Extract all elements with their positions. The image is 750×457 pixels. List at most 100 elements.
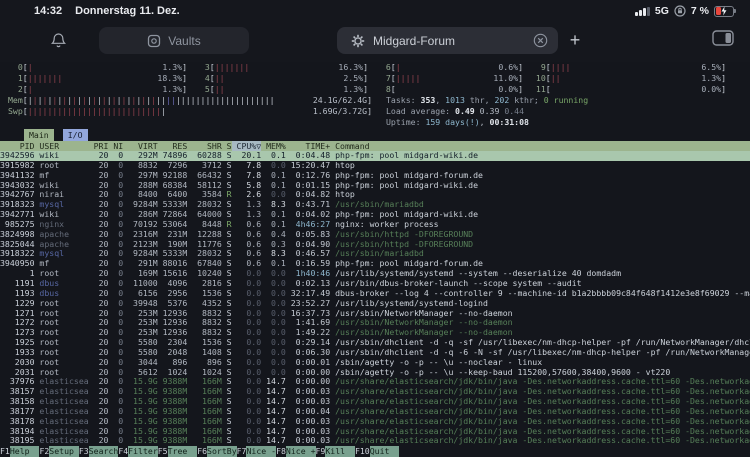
tab-vaults[interactable]: Vaults [99, 27, 249, 54]
user-cell: root [35, 338, 89, 348]
table-row[interactable]: 38177 elasticsea 20 0 15.9G 9388M 166M S… [0, 407, 750, 417]
col-virt[interactable]: VIRT [123, 141, 158, 151]
function-key-button[interactable]: F3Search [79, 446, 118, 457]
table-row[interactable]: 1925 root 20 0 5580 2304 1536 S 0.0 0.0 … [0, 338, 750, 348]
table-row[interactable]: 3824998 apache 20 0 2316M 231M 12288 S 0… [0, 230, 750, 240]
cpu-meters: 0[|1.3%] 1[|||||||18.3%] 2[|1.3%] 3[||||… [0, 62, 750, 95]
pri-cell: 20 [89, 338, 109, 348]
function-key-button[interactable]: F10Quit [355, 446, 399, 457]
ni-cell: 0 [108, 210, 123, 220]
user-cell: wiki [35, 181, 89, 191]
shr-cell: 67840 [187, 259, 222, 269]
col-shr[interactable]: SHR [187, 141, 222, 151]
table-row[interactable]: 1272 root 20 0 253M 12936 8832 S 0.0 0.0… [0, 318, 750, 328]
bell-icon[interactable] [50, 32, 67, 49]
table-row[interactable]: 38178 elasticsea 20 0 15.9G 9388M 166M S… [0, 417, 750, 427]
user-cell: root [35, 368, 89, 378]
tab-midgard-forum[interactable]: Midgard-Forum [337, 27, 558, 54]
pri-cell: 20 [89, 161, 109, 171]
vault-icon [147, 34, 161, 48]
col-cpu-sorted[interactable]: CPU%▽ [232, 141, 262, 151]
table-row[interactable]: 3942771 wiki 20 0 286M 72864 64000 S 1.3… [0, 210, 750, 220]
table-row[interactable]: 1933 root 20 0 5580 2048 1408 S 0.0 0.0 … [0, 348, 750, 358]
col-time[interactable]: TIME+ [286, 141, 330, 151]
table-row[interactable]: 3943032 wiki 20 0 288M 68384 58112 S 5.8… [0, 181, 750, 191]
mem-cell: 0.0 [261, 348, 286, 358]
table-row[interactable]: 38157 elasticsea 20 0 15.9G 9388M 166M S… [0, 387, 750, 397]
table-row[interactable]: 985275 nginx 20 0 70192 53064 8448 R 0.6… [0, 220, 750, 230]
res-cell: 15616 [158, 269, 188, 279]
table-row[interactable]: 3940950 mf 20 0 291M 88016 67840 S 0.6 0… [0, 259, 750, 269]
function-key-button[interactable]: F5Tree [158, 446, 197, 457]
res-cell: 2956 [158, 289, 188, 299]
col-res[interactable]: RES [158, 141, 188, 151]
state-cell: S [222, 407, 232, 417]
table-row[interactable]: 1191 dbus 20 0 11000 4096 2816 S 0.0 0.0… [0, 279, 750, 289]
cpu-meter: 6[|0.6%] [376, 62, 531, 73]
col-s[interactable]: S [222, 141, 232, 151]
table-row[interactable]: 1273 root 20 0 253M 12936 8832 S 0.0 0.0… [0, 328, 750, 338]
cpu-meter: 2[|1.3%] [8, 84, 195, 95]
shr-cell: 166M [187, 387, 222, 397]
state-cell: S [222, 348, 232, 358]
table-row[interactable]: 2030 root 20 0 3044 896 896 S 0.0 0.0 0:… [0, 358, 750, 368]
table-row[interactable]: 37976 elasticsea 20 0 15.9G 9388M 166M S… [0, 377, 750, 387]
time-cell: 0:04.82 [286, 190, 330, 200]
table-row[interactable]: 1229 root 20 0 39948 5376 4352 S 0.0 0.0… [0, 299, 750, 309]
cpu-bar: || [551, 73, 561, 84]
table-row[interactable]: 1193 dbus 20 0 6156 2956 1536 S 0.0 0.0 … [0, 289, 750, 299]
function-key-button[interactable]: F2Setup [39, 446, 78, 457]
sidebar-toggle-icon[interactable] [712, 30, 734, 46]
col-pri[interactable]: PRI [89, 141, 109, 151]
col-mem[interactable]: MEM% [261, 141, 286, 151]
table-row[interactable]: 3942767 nirai 20 0 8400 6400 3584 R 2.6 … [0, 190, 750, 200]
pid-cell: 38157 [0, 387, 35, 397]
cpu-bar: |||| [551, 62, 571, 73]
new-tab-button[interactable]: + [562, 27, 588, 54]
col-ni[interactable]: NI [108, 141, 123, 151]
table-row[interactable]: 3918322 mysql 20 0 9284M 5333M 28032 S 0… [0, 249, 750, 259]
virt-cell: 286M [123, 210, 158, 220]
function-key-button[interactable]: F8Nice + [276, 446, 315, 457]
command-cell: dbus-broker --log 4 --controller 9 --mac… [330, 289, 750, 299]
time-cell: 0:04.02 [286, 210, 330, 220]
function-key-button[interactable]: F4Filter [118, 446, 157, 457]
table-row[interactable]: 38158 elasticsea 20 0 15.9G 9388M 166M S… [0, 397, 750, 407]
tab-main[interactable]: Main [24, 129, 54, 141]
cpu-meter: 8[0.0%] [376, 84, 531, 95]
res-cell: 2304 [158, 338, 188, 348]
res-cell: 12936 [158, 328, 188, 338]
table-row[interactable]: 3825044 apache 20 0 2123M 190M 11776 S 0… [0, 240, 750, 250]
close-tab-icon[interactable] [533, 33, 548, 48]
table-row[interactable]: 2031 root 20 0 5612 1024 1024 S 0.0 0.0 … [0, 368, 750, 378]
function-key-button[interactable]: F9Kill [316, 446, 355, 457]
function-key-button[interactable]: F7Nice - [237, 446, 276, 457]
pid-cell: 1191 [0, 279, 35, 289]
table-row[interactable]: 38194 elasticsea 20 0 15.9G 9388M 166M S… [0, 427, 750, 437]
pid-cell: 3825044 [0, 240, 35, 250]
state-cell: S [222, 368, 232, 378]
pid-cell: 3941132 [0, 171, 35, 181]
pid-cell: 2030 [0, 358, 35, 368]
table-row[interactable]: 3941132 mf 20 0 297M 92188 66432 S 7.8 0… [0, 171, 750, 181]
table-row[interactable]: 1271 root 20 0 253M 12936 8832 S 0.0 0.0… [0, 309, 750, 319]
table-row[interactable]: 1 root 20 0 169M 15616 10240 S 0.0 0.0 1… [0, 269, 750, 279]
function-key-button[interactable]: F1Help [0, 446, 39, 457]
table-row[interactable]: 3942596 wiki 20 0 292M 74896 60288 S 20.… [0, 151, 750, 161]
col-command[interactable]: Command [330, 141, 750, 151]
col-pid[interactable]: PID [0, 141, 35, 151]
res-cell: 2048 [158, 348, 188, 358]
table-row[interactable]: 3918323 mysql 20 0 9284M 5333M 28032 S 1… [0, 200, 750, 210]
pri-cell: 20 [89, 210, 109, 220]
table-row[interactable]: 3915982 root 20 0 8832 7296 3712 S 7.8 0… [0, 161, 750, 171]
time-cell: 0:29.14 [286, 338, 330, 348]
function-key-button[interactable]: F6SortBy [197, 446, 236, 457]
pri-cell: 20 [89, 240, 109, 250]
state-cell: S [222, 328, 232, 338]
col-user[interactable]: USER [35, 141, 89, 151]
mem-cell: 0.3 [261, 240, 286, 250]
tab-io[interactable]: I/O [63, 129, 88, 141]
mem-cell: 0.0 [261, 269, 286, 279]
battery-charging-icon [714, 6, 736, 17]
cpu-cell: 5.8 [232, 181, 262, 191]
